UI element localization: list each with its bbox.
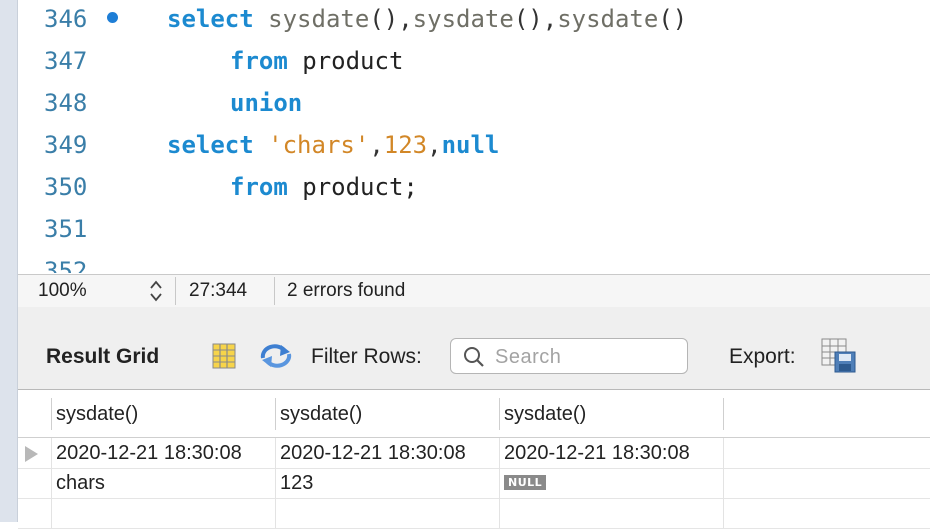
line-number: 348 <box>44 89 88 117</box>
line-number: 350 <box>44 173 88 201</box>
code-line[interactable]: 351 <box>18 208 930 250</box>
table-cell[interactable] <box>275 498 500 528</box>
column-header[interactable]: sysdate() <box>275 398 500 430</box>
code-line[interactable]: 346 select sysdate(),sysdate(),sysdate() <box>18 0 930 40</box>
result-toolbar: Result Grid Filter Rows: Search Export: <box>18 307 930 390</box>
code-text: select sysdate(),sysdate(),sysdate() <box>167 5 688 33</box>
result-grid[interactable]: sysdate() sysdate() sysdate() 2020-12-21 1… <box>18 390 930 529</box>
line-number: 352 <box>44 257 88 273</box>
export-label: Export: <box>729 345 796 368</box>
export-icon[interactable] <box>821 338 857 374</box>
table-cell-spacer <box>723 498 928 528</box>
code-text: from product; <box>230 173 418 201</box>
current-row-icon <box>25 446 38 462</box>
error-count[interactable]: 2 errors found <box>287 280 405 302</box>
result-grid-tab[interactable]: Result Grid <box>46 345 159 369</box>
grid-view-icon[interactable] <box>211 343 237 369</box>
zoom-stepper-icon[interactable] <box>149 279 163 303</box>
table-cell[interactable]: 123 <box>275 468 500 498</box>
grid-header: sysdate() sysdate() sysdate() <box>18 390 930 438</box>
table-cell[interactable] <box>499 498 724 528</box>
table-row[interactable] <box>18 498 930 529</box>
table-cell[interactable]: 2020-12-21 18:30:08 <box>499 438 724 468</box>
cursor-position: 27:344 <box>189 280 248 301</box>
table-row[interactable]: 2020-12-21 18:30:08 2020-12-21 18:30:08 20… <box>18 438 930 469</box>
table-cell-spacer <box>723 468 928 498</box>
column-header[interactable]: sysdate() <box>51 398 276 430</box>
code-text: select 'chars',123,null <box>167 131 500 159</box>
code-text: union <box>230 89 303 117</box>
refresh-icon[interactable] <box>259 342 293 370</box>
code-line[interactable]: 352 <box>18 250 930 273</box>
code-text: from product <box>230 47 404 75</box>
editor-status-bar: 100% 27:344 2 errors found <box>18 274 930 308</box>
search-placeholder: Search <box>495 346 562 368</box>
sql-editor[interactable]: 346 select sysdate(),sysdate(),sysdate() 3… <box>18 0 930 273</box>
code-line[interactable]: 347 from product <box>18 40 930 82</box>
code-line[interactable]: 350 from product; <box>18 166 930 208</box>
zoom-level[interactable]: 100% <box>38 280 87 302</box>
code-line[interactable]: 349 select 'chars',123,null <box>18 124 930 166</box>
column-header-spacer <box>723 398 928 430</box>
status-separator <box>274 277 275 305</box>
left-gutter-strip <box>0 0 18 522</box>
table-cell[interactable]: chars <box>51 468 276 498</box>
table-cell[interactable]: NULL <box>499 468 724 498</box>
filter-rows-label: Filter Rows: <box>311 345 422 368</box>
table-cell[interactable] <box>51 498 276 528</box>
statement-marker-icon <box>107 12 118 23</box>
status-separator <box>175 277 176 305</box>
code-line[interactable]: 348 union <box>18 82 930 124</box>
table-cell[interactable]: 2020-12-21 18:30:08 <box>51 438 276 468</box>
table-cell[interactable]: 2020-12-21 18:30:08 <box>275 438 500 468</box>
search-input[interactable]: Search <box>450 338 688 374</box>
line-number: 346 <box>44 5 88 33</box>
column-header[interactable]: sysdate() <box>499 398 724 430</box>
line-number: 351 <box>44 215 88 243</box>
table-cell-spacer <box>723 438 928 468</box>
line-number: 347 <box>44 47 88 75</box>
null-badge: NULL <box>504 475 547 490</box>
table-row[interactable]: chars 123 NULL <box>18 468 930 499</box>
line-number: 349 <box>44 131 88 159</box>
search-icon <box>464 347 484 367</box>
